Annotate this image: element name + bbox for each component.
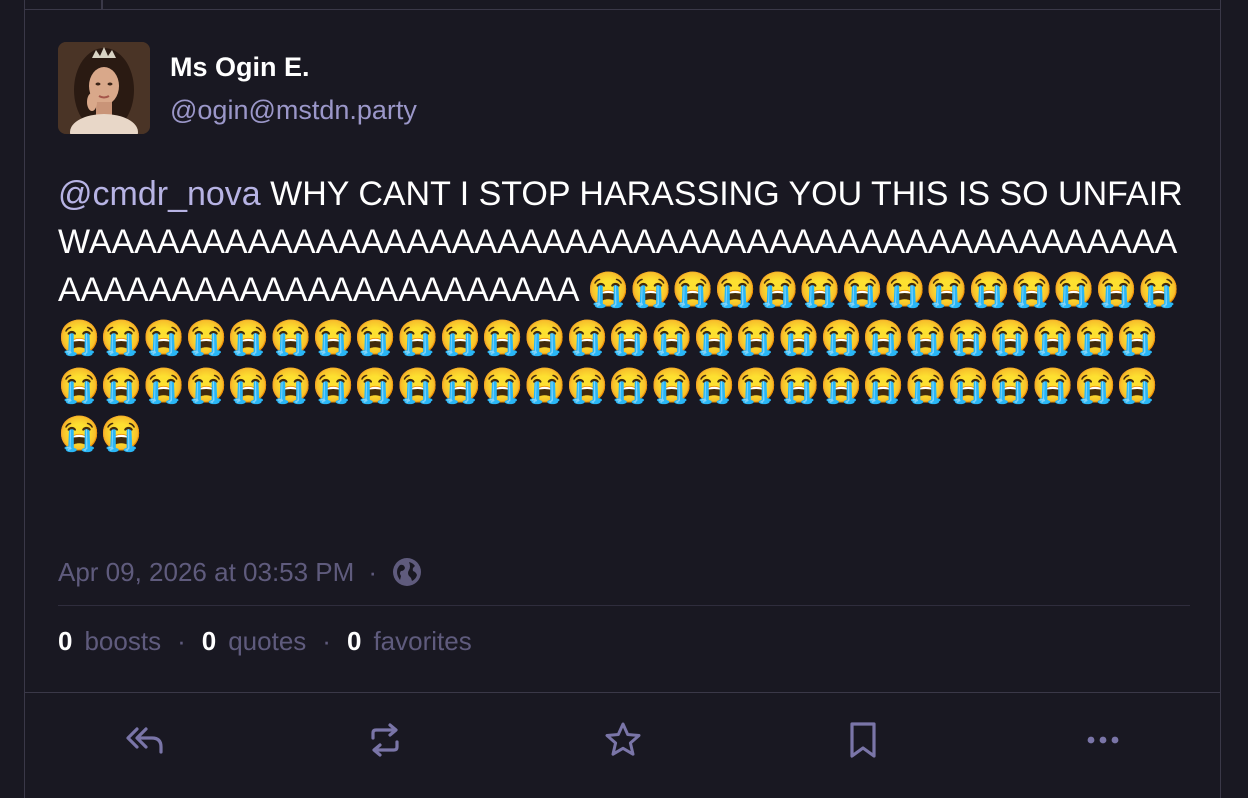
meta-separator: · xyxy=(368,556,377,587)
boost-button[interactable] xyxy=(363,718,407,762)
avatar[interactable] xyxy=(58,42,150,134)
boost-icon xyxy=(366,721,404,759)
favorites-label[interactable]: favorites xyxy=(373,626,471,657)
mention-link[interactable]: @cmdr_nova xyxy=(58,175,261,213)
stats-divider xyxy=(58,605,1190,606)
reply-all-button[interactable] xyxy=(123,718,167,762)
boosts-count[interactable]: 0 xyxy=(58,626,72,657)
globe-icon xyxy=(391,556,423,588)
post-stats: 0 boosts · 0 quotes · 0 favorites xyxy=(58,626,472,657)
post-meta: Apr 09, 2026 at 03:53 PM · xyxy=(58,556,423,588)
display-name[interactable]: Ms Ogin E. xyxy=(170,52,310,83)
bookmark-button[interactable] xyxy=(841,718,885,762)
bookmark-icon xyxy=(847,721,879,759)
boosts-label[interactable]: boosts xyxy=(84,626,161,657)
previous-post-edge xyxy=(25,0,1220,10)
thread-line xyxy=(101,0,103,9)
more-icon xyxy=(1085,734,1121,746)
post-content: @cmdr_nova WHY CANT I STOP HARASSING YOU… xyxy=(58,170,1190,458)
quotes-count[interactable]: 0 xyxy=(202,626,216,657)
more-button[interactable] xyxy=(1081,718,1125,762)
stats-separator: · xyxy=(322,626,331,656)
star-icon xyxy=(603,720,643,760)
quotes-label[interactable]: quotes xyxy=(228,626,306,657)
favorites-count[interactable]: 0 xyxy=(347,626,361,657)
action-bar xyxy=(25,693,1220,798)
post-frame: Ms Ogin E. @ogin@mstdn.party @cmdr_nova … xyxy=(24,0,1221,798)
post-timestamp[interactable]: Apr 09, 2026 at 03:53 PM xyxy=(58,557,354,588)
reply-all-icon xyxy=(125,725,165,755)
stats-separator: · xyxy=(177,626,186,656)
account-handle[interactable]: @ogin@mstdn.party xyxy=(170,95,417,126)
favorite-button[interactable] xyxy=(601,718,645,762)
